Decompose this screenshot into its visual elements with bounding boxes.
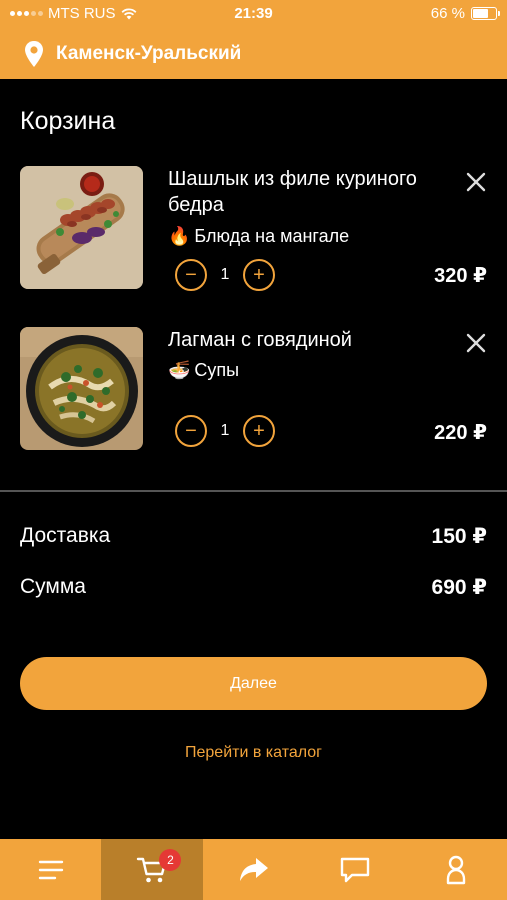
quantity-stepper: − 1 + [175, 259, 275, 291]
close-icon[interactable] [464, 331, 488, 355]
close-icon[interactable] [464, 170, 488, 194]
category-label: Супы [194, 360, 240, 380]
delivery-label: Доставка [20, 524, 111, 547]
cart-badge: 2 [159, 849, 182, 871]
battery-icon [471, 7, 500, 20]
nav-cart[interactable]: 2 [101, 839, 203, 900]
menu-icon [38, 860, 63, 879]
total-row: Сумма 690 ₽ [20, 575, 487, 600]
battery-status: 66 % [430, 5, 500, 22]
city-name: Каменск-Уральский [56, 42, 242, 64]
decrease-button[interactable]: − [175, 259, 207, 291]
cart-item: Шашлык из филе куриного бедра 🔥 Блюда на… [0, 166, 507, 291]
nav-menu[interactable] [0, 839, 101, 900]
delivery-value: 150 ₽ [431, 525, 487, 548]
location-pin-icon [25, 40, 43, 67]
bottom-nav: 2 [0, 839, 507, 900]
nav-share[interactable] [203, 839, 304, 900]
decrease-button[interactable]: − [175, 415, 207, 447]
quantity-value: 1 [220, 266, 230, 283]
fire-icon: 🔥 [168, 226, 191, 246]
city-selector[interactable]: Каменск-Уральский [0, 28, 507, 79]
nav-profile[interactable] [406, 839, 507, 900]
page-title: Корзина [20, 107, 116, 135]
product-image[interactable] [20, 327, 143, 450]
battery-percent: 66 % [430, 5, 465, 22]
next-button[interactable]: Далее [20, 657, 487, 710]
divider [0, 490, 507, 492]
status-bar: MTS RUS 21:39 66 % [0, 0, 507, 28]
share-arrow-icon [239, 857, 268, 881]
increase-button[interactable]: + [243, 415, 275, 447]
product-category: 🔥 Блюда на мангале [168, 226, 349, 247]
item-price: 320 ₽ [434, 265, 487, 287]
chat-icon [340, 857, 370, 882]
delivery-row: Доставка 150 ₽ [20, 524, 487, 549]
product-name[interactable]: Лагман с говядиной [168, 327, 428, 353]
total-value: 690 ₽ [431, 576, 487, 599]
cart-item: Лагман с говядиной 🍜 Супы − 1 + 220 ₽ [0, 327, 507, 452]
profile-icon [447, 855, 466, 884]
product-category: 🍜 Супы [168, 360, 239, 381]
nav-chat[interactable] [304, 839, 405, 900]
category-label: Блюда на мангале [194, 226, 350, 246]
quantity-value: 1 [220, 422, 230, 439]
item-price: 220 ₽ [434, 422, 487, 444]
total-label: Сумма [20, 575, 86, 598]
quantity-stepper: − 1 + [175, 415, 275, 447]
product-name[interactable]: Шашлык из филе куриного бедра [168, 166, 428, 218]
product-image[interactable] [20, 166, 143, 289]
go-to-catalog-link[interactable]: Перейти в каталог [0, 744, 507, 762]
noodle-bowl-icon: 🍜 [168, 360, 191, 380]
increase-button[interactable]: + [243, 259, 275, 291]
